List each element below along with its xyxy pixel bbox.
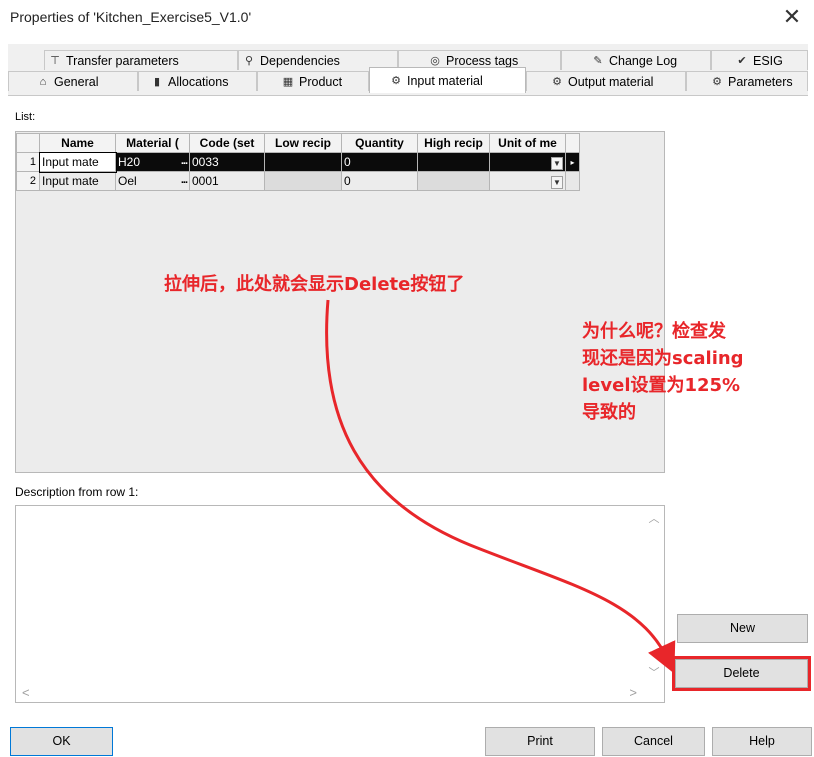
tab-label: Change Log bbox=[609, 53, 678, 68]
material-cell[interactable]: H20... bbox=[115, 152, 190, 172]
chevron-down-icon[interactable]: ▼ bbox=[551, 175, 563, 189]
material-value: Oel bbox=[118, 174, 137, 188]
name-cell[interactable]: Input mate bbox=[39, 171, 116, 191]
tab-label: ESIG bbox=[753, 53, 783, 68]
table-row[interactable]: 1 Input mate H20... 0033 0 ▼ ▸ bbox=[16, 151, 580, 173]
scroll-left-icon[interactable]: < bbox=[22, 685, 30, 700]
row-number: 2 bbox=[16, 171, 40, 191]
quantity-cell[interactable]: 0 bbox=[341, 152, 418, 172]
unit-cell[interactable]: ▼ bbox=[489, 171, 566, 191]
parameters-icon: ⚙ bbox=[712, 75, 722, 88]
transfer-icon: ⊤ bbox=[50, 54, 60, 67]
code-cell[interactable]: 0033 bbox=[189, 152, 265, 172]
tab-label: Input material bbox=[407, 73, 483, 88]
row-scroll-marker bbox=[565, 171, 580, 191]
vertical-scrollbar[interactable]: ︿ ﹀ bbox=[644, 506, 664, 684]
row-scroll-marker: ▸ bbox=[565, 152, 580, 172]
tab-label: Parameters bbox=[728, 74, 793, 89]
grid-header-row: Name Material ( Code (set Low recip Quan… bbox=[16, 133, 580, 153]
column-header-code[interactable]: Code (set bbox=[189, 133, 265, 153]
row-number-header bbox=[16, 133, 40, 153]
horizontal-scrollbar[interactable]: < > bbox=[16, 683, 645, 702]
tab-label: Allocations bbox=[168, 74, 229, 89]
annotation-line: 导致的 bbox=[582, 402, 636, 423]
column-header-quantity[interactable]: Quantity bbox=[341, 133, 418, 153]
window-title: Properties of 'Kitchen_Exercise5_V1.0' bbox=[10, 9, 252, 25]
annotation-line: 现还是因为scaling bbox=[582, 348, 744, 369]
esig-icon: ✔ bbox=[737, 54, 747, 67]
tab-general[interactable]: ⌂ General bbox=[8, 71, 138, 91]
annotation-line: level设置为125% bbox=[582, 375, 741, 396]
annotation-line: 为什么呢？检查发 bbox=[582, 321, 726, 342]
dependencies-icon: ⚲ bbox=[244, 54, 254, 67]
product-icon: ▦ bbox=[282, 75, 294, 88]
tab-strip: ⊤ Transfer parameters ⚲ Dependencies ◎ P… bbox=[8, 44, 808, 96]
column-header-name[interactable]: Name bbox=[39, 133, 116, 153]
column-header-unit[interactable]: Unit of me bbox=[489, 133, 566, 153]
close-icon[interactable]: ✕ bbox=[778, 4, 806, 32]
tab-label: Product bbox=[299, 74, 343, 89]
low-recipe-cell[interactable] bbox=[264, 152, 342, 172]
low-recipe-cell[interactable] bbox=[264, 171, 342, 191]
ok-button[interactable]: OK bbox=[10, 727, 113, 756]
code-cell[interactable]: 0001 bbox=[189, 171, 265, 191]
column-header-low-recipe[interactable]: Low recip bbox=[264, 133, 342, 153]
tab-label: Transfer parameters bbox=[66, 53, 179, 68]
chevron-down-icon[interactable]: ▼ bbox=[551, 156, 563, 170]
annotation-stretch-note: 拉伸后，此处就会显示Delete按钮了 bbox=[164, 274, 465, 295]
material-cell[interactable]: Oel... bbox=[115, 171, 190, 191]
browse-material-button[interactable]: ... bbox=[181, 174, 188, 186]
allocations-icon: ▮ bbox=[153, 75, 161, 88]
browse-material-button[interactable]: ... bbox=[181, 155, 188, 167]
tab-product[interactable]: ▦ Product bbox=[257, 71, 369, 91]
tab-parameters[interactable]: ⚙ Parameters bbox=[686, 71, 808, 91]
row-number: 1 bbox=[16, 152, 40, 172]
help-button[interactable]: Help bbox=[712, 727, 812, 756]
general-icon: ⌂ bbox=[39, 75, 47, 88]
scroll-up-icon[interactable]: ︿ bbox=[644, 510, 664, 526]
scroll-right-icon[interactable]: > bbox=[629, 685, 637, 700]
tab-transfer-parameters[interactable]: ⊤ Transfer parameters bbox=[44, 50, 238, 70]
material-grid: Name Material ( Code (set Low recip Quan… bbox=[16, 133, 580, 191]
pencil-icon: ✎ bbox=[593, 54, 603, 67]
tab-allocations[interactable]: ▮ Allocations bbox=[138, 71, 257, 91]
input-material-icon: ⚙ bbox=[391, 74, 401, 87]
table-row[interactable]: 2 Input mate Oel... 0001 0 ▼ bbox=[16, 171, 580, 191]
tab-input-material[interactable]: ⚙ Input material bbox=[369, 67, 526, 93]
tab-output-material[interactable]: ⚙ Output material bbox=[526, 71, 686, 91]
quantity-cell[interactable]: 0 bbox=[341, 171, 418, 191]
header-scroll-spacer bbox=[565, 133, 580, 153]
name-cell[interactable]: Input mate bbox=[38, 151, 117, 173]
scroll-down-icon[interactable]: ﹀ bbox=[644, 664, 664, 680]
column-header-material[interactable]: Material ( bbox=[115, 133, 190, 153]
title-bar: Properties of 'Kitchen_Exercise5_V1.0' ✕ bbox=[0, 0, 814, 36]
list-label: List: bbox=[15, 111, 36, 123]
annotation-scaling-note: 为什么呢？检查发 现还是因为scaling level设置为125% 导致的 bbox=[582, 318, 782, 426]
new-button[interactable]: New bbox=[677, 614, 808, 643]
unit-cell[interactable]: ▼ bbox=[489, 152, 566, 172]
high-recipe-cell[interactable] bbox=[417, 152, 490, 172]
description-textarea[interactable]: ︿ ﹀ < > bbox=[15, 505, 665, 703]
high-recipe-cell[interactable] bbox=[417, 171, 490, 191]
tab-label: General bbox=[54, 74, 99, 89]
delete-button[interactable]: Delete bbox=[672, 656, 811, 691]
column-header-high-recipe[interactable]: High recip bbox=[417, 133, 490, 153]
description-label: Description from row 1: bbox=[15, 485, 139, 499]
tab-esig[interactable]: ✔ ESIG bbox=[711, 50, 808, 70]
material-value: H20 bbox=[118, 155, 141, 169]
tab-label: Dependencies bbox=[260, 53, 340, 68]
tab-change-log[interactable]: ✎ Change Log bbox=[561, 50, 711, 70]
tab-label: Output material bbox=[568, 74, 654, 89]
print-button[interactable]: Print bbox=[485, 727, 595, 756]
output-material-icon: ⚙ bbox=[552, 75, 562, 88]
cancel-button[interactable]: Cancel bbox=[602, 727, 705, 756]
